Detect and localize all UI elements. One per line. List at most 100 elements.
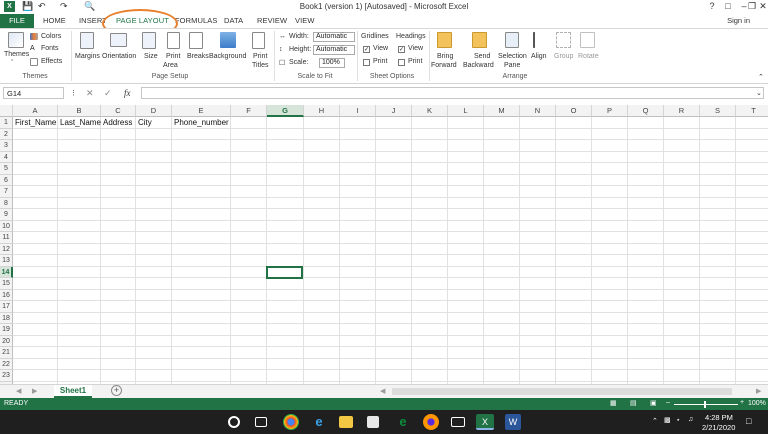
sign-in-link[interactable]: Sign in: [727, 16, 750, 25]
row-header-5[interactable]: 5: [0, 163, 13, 175]
sheet-tab-sheet1[interactable]: Sheet1: [54, 385, 92, 398]
margins-button[interactable]: Margins: [75, 53, 100, 60]
show-hidden-icons-icon[interactable]: ⌃: [652, 417, 658, 425]
row-header-7[interactable]: 7: [0, 186, 13, 198]
send-backward-label-1[interactable]: Send: [474, 53, 490, 60]
selection-pane-label-1[interactable]: Selection: [498, 53, 527, 60]
taskbar-time[interactable]: 4:28 PM: [705, 413, 733, 422]
horizontal-scrollbar[interactable]: [392, 388, 732, 395]
close-icon[interactable]: ✕: [755, 0, 768, 13]
print-titles-label-2[interactable]: Titles: [252, 62, 268, 69]
selection-pane-label-2[interactable]: Pane: [504, 62, 520, 69]
send-backward-label-2[interactable]: Backward: [463, 62, 494, 69]
tab-data[interactable]: DATA: [224, 16, 243, 25]
cell-c1[interactable]: Address: [101, 117, 132, 128]
file-explorer-icon[interactable]: [339, 416, 353, 428]
column-header-b[interactable]: B: [58, 105, 101, 117]
row-header-1[interactable]: 1: [0, 117, 13, 129]
zoom-level[interactable]: 100%: [748, 400, 766, 407]
page-break-view-icon[interactable]: ▣: [650, 399, 657, 407]
cancel-icon[interactable]: ✕: [86, 88, 94, 99]
bring-forward-label-2[interactable]: Forward: [431, 62, 457, 69]
column-header-c[interactable]: C: [101, 105, 136, 117]
enter-icon[interactable]: ✓: [104, 88, 112, 99]
group-button[interactable]: Group: [554, 53, 573, 60]
column-header-g[interactable]: G: [267, 105, 304, 117]
row-header-8[interactable]: 8: [0, 197, 13, 209]
search-icon[interactable]: [228, 416, 240, 428]
new-sheet-icon[interactable]: +: [111, 385, 122, 396]
column-header-q[interactable]: Q: [628, 105, 664, 117]
fonts-button[interactable]: Fonts: [41, 45, 59, 52]
row-header-13[interactable]: 13: [0, 255, 13, 267]
column-header-e[interactable]: E: [172, 105, 231, 117]
headings-view-checkbox[interactable]: ✓: [398, 46, 405, 53]
colors-button[interactable]: Colors: [41, 33, 61, 40]
column-header-p[interactable]: P: [592, 105, 628, 117]
wifi-icon[interactable]: ⋆: [676, 416, 680, 424]
row-header-17[interactable]: 17: [0, 301, 13, 313]
align-button[interactable]: Align: [531, 53, 547, 60]
tab-file[interactable]: FILE: [0, 14, 34, 28]
row-header-10[interactable]: 10: [0, 220, 13, 232]
column-header-r[interactable]: R: [664, 105, 700, 117]
word-taskbar-icon[interactable]: W: [505, 414, 521, 430]
ribbon-options-icon[interactable]: □: [720, 0, 736, 13]
select-all-corner[interactable]: [0, 105, 13, 117]
column-header-f[interactable]: F: [231, 105, 267, 117]
row-header-14[interactable]: 14: [0, 266, 13, 278]
volume-icon[interactable]: ♫: [688, 416, 693, 423]
store-icon[interactable]: [367, 416, 379, 428]
zoom-in-icon[interactable]: +: [740, 399, 744, 406]
breaks-button[interactable]: Breaks: [187, 53, 209, 60]
notifications-icon[interactable]: □: [746, 416, 751, 426]
effects-button[interactable]: Effects: [41, 58, 62, 65]
row-header-20[interactable]: 20: [0, 335, 13, 347]
column-header-n[interactable]: N: [520, 105, 556, 117]
selected-cell-g14[interactable]: [266, 265, 303, 279]
column-header-k[interactable]: K: [412, 105, 448, 117]
name-box[interactable]: G14: [3, 87, 64, 99]
zoom-slider[interactable]: [674, 404, 738, 405]
firefox-icon[interactable]: [423, 414, 439, 430]
column-header-i[interactable]: I: [340, 105, 376, 117]
row-header-6[interactable]: 6: [0, 174, 13, 186]
column-header-l[interactable]: L: [448, 105, 484, 117]
column-header-s[interactable]: S: [700, 105, 736, 117]
network-icon[interactable]: ▩: [664, 416, 671, 424]
formula-input[interactable]: [141, 87, 764, 99]
scroll-tabs-right-icon[interactable]: ▶: [32, 387, 37, 395]
tab-home[interactable]: HOME: [43, 16, 66, 25]
row-header-22[interactable]: 22: [0, 358, 13, 370]
row-header-18[interactable]: 18: [0, 312, 13, 324]
cell-e1[interactable]: Phone_number: [172, 117, 229, 128]
mail-icon[interactable]: [451, 417, 465, 427]
row-header-4[interactable]: 4: [0, 151, 13, 163]
page-layout-view-icon[interactable]: ▤: [630, 399, 637, 407]
bring-forward-label-1[interactable]: Bring: [437, 53, 453, 60]
column-header-t[interactable]: T: [736, 105, 768, 117]
task-view-icon[interactable]: [255, 417, 267, 427]
rotate-button[interactable]: Rotate: [578, 53, 599, 60]
print-area-label-2[interactable]: Area: [163, 62, 178, 69]
chrome-icon[interactable]: [283, 414, 299, 430]
row-header-3[interactable]: 3: [0, 140, 13, 152]
column-header-o[interactable]: O: [556, 105, 592, 117]
column-header-a[interactable]: A: [13, 105, 58, 117]
row-header-12[interactable]: 12: [0, 243, 13, 255]
column-header-j[interactable]: J: [376, 105, 412, 117]
insert-function-icon[interactable]: fx: [124, 88, 131, 98]
row-header-21[interactable]: 21: [0, 347, 13, 359]
cell-d1[interactable]: City: [136, 117, 152, 128]
print-titles-label-1[interactable]: Print: [253, 53, 267, 60]
worksheet-grid[interactable]: ABCDEFGHIJKLMNOPQRST 1 2 3 4 5 6 7 8 9 10 11 12 13 14…: [0, 105, 768, 384]
help-icon[interactable]: ?: [704, 0, 720, 13]
cell-b1[interactable]: Last_Name: [58, 117, 101, 128]
size-button[interactable]: Size: [144, 53, 158, 60]
scale-input[interactable]: 100%: [319, 58, 345, 68]
zoom-out-icon[interactable]: –: [666, 399, 670, 406]
column-header-h[interactable]: H: [304, 105, 340, 117]
row-header-16[interactable]: 16: [0, 289, 13, 301]
name-box-dropdown-icon[interactable]: ⋮: [70, 89, 77, 97]
hscroll-left-icon[interactable]: ◀: [380, 387, 385, 395]
